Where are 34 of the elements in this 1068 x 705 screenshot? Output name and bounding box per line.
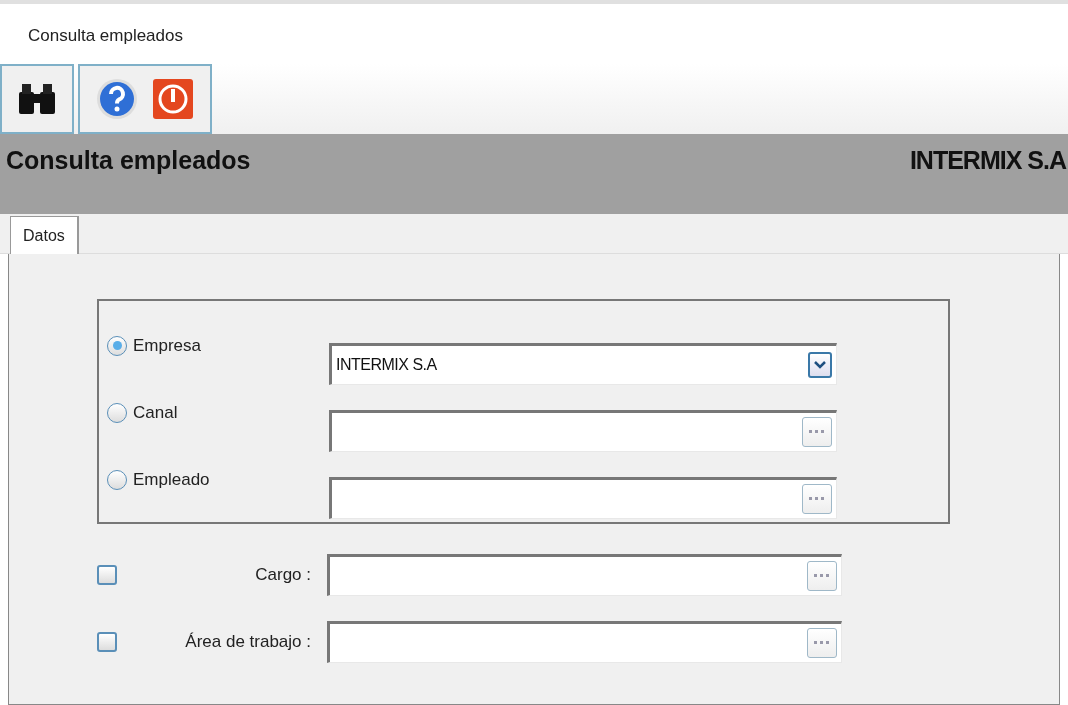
- browse-button[interactable]: [802, 417, 832, 447]
- dropdown-button[interactable]: [808, 352, 832, 378]
- search-button[interactable]: [0, 64, 74, 134]
- dropdown-field[interactable]: INTERMIX S.A: [329, 343, 837, 385]
- lookup-field[interactable]: [329, 410, 837, 452]
- company-name: INTERMIX S.A: [909, 145, 1066, 176]
- header-title: Consulta empleados: [6, 145, 251, 176]
- option-label: Canal: [133, 402, 178, 424]
- chevron-down-icon: [813, 360, 827, 370]
- tab[interactable]: Datos: [10, 216, 79, 254]
- option-label: Empresa: [133, 335, 202, 357]
- ellipsis-icon: [809, 497, 825, 501]
- lookup-field[interactable]: [327, 554, 842, 596]
- radio-button[interactable]: [107, 402, 127, 423]
- checkbox[interactable]: [97, 632, 117, 652]
- binoculars-icon: [16, 82, 58, 116]
- browse-button[interactable]: [802, 484, 832, 514]
- filter-label: Cargo :: [255, 564, 311, 587]
- help-icon[interactable]: [95, 77, 139, 121]
- ellipsis-icon: [814, 574, 830, 578]
- option-label: Empleado: [133, 469, 210, 491]
- browse-button[interactable]: [807, 628, 837, 658]
- radio-button[interactable]: [107, 335, 127, 356]
- ellipsis-icon: [814, 641, 830, 645]
- checkbox[interactable]: [97, 565, 117, 585]
- power-icon[interactable]: [151, 77, 195, 121]
- lookup-field[interactable]: [327, 621, 842, 663]
- browse-button[interactable]: [807, 561, 837, 591]
- lookup-field[interactable]: [329, 477, 837, 519]
- ellipsis-icon: [809, 430, 825, 434]
- radio-button[interactable]: [107, 469, 127, 490]
- field-value: INTERMIX S.A: [336, 355, 437, 375]
- filter-label: Área de trabajo :: [185, 631, 311, 654]
- window-title: Consulta empleados: [28, 25, 183, 48]
